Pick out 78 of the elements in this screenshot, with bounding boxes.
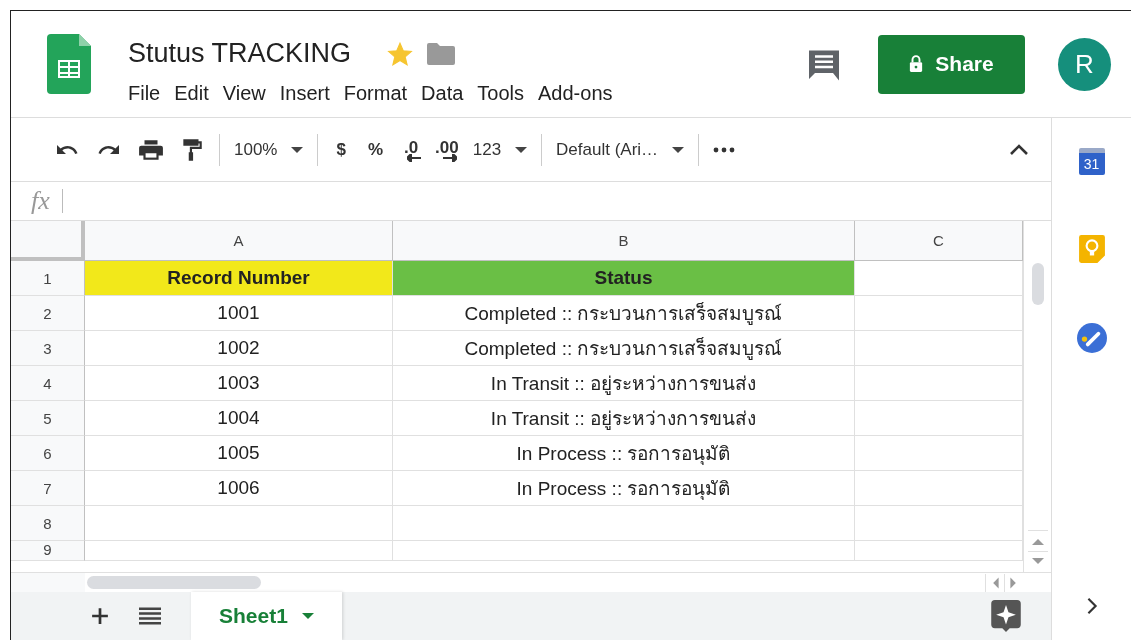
account-avatar[interactable]: R <box>1058 37 1111 91</box>
caret-down-icon <box>301 613 314 619</box>
table-cell[interactable]: 1006 <box>85 471 393 506</box>
row-header[interactable]: 6 <box>11 436 85 471</box>
empty-cell[interactable] <box>855 471 1023 506</box>
add-sheet-icon[interactable] <box>91 607 109 625</box>
document-title[interactable]: Stutus TRACKING <box>128 38 352 69</box>
empty-cell[interactable] <box>855 296 1023 331</box>
lightbulb-icon[interactable] <box>1078 235 1105 263</box>
check-pen-icon[interactable] <box>1076 323 1107 353</box>
spreadsheet-logo-icon[interactable] <box>47 34 91 94</box>
row-header[interactable]: 3 <box>11 331 85 366</box>
column-header[interactable]: A <box>85 221 393 261</box>
row-header[interactable]: 7 <box>11 471 85 506</box>
chevron-right-icon[interactable] <box>1085 597 1098 615</box>
table-cell[interactable]: Status <box>393 261 855 296</box>
menu-item[interactable]: Add-ons <box>538 81 613 105</box>
decrease-decimal-button[interactable]: .0 <box>401 137 422 162</box>
caret-down-icon <box>672 146 685 153</box>
table-cell[interactable]: Completed :: กระบวนการเสร็จสมบูรณ์ <box>393 296 855 331</box>
table-cell[interactable]: In Transit :: อยู่ระหว่างการขนส่ง <box>393 401 855 436</box>
empty-cell[interactable] <box>393 506 855 541</box>
row-header[interactable]: 9 <box>11 541 85 561</box>
sheet-tab[interactable]: Sheet1 <box>191 592 342 640</box>
more-icon[interactable] <box>713 146 736 153</box>
table-cell[interactable]: Completed :: กระบวนการเสร็จสมบูรณ์ <box>393 331 855 366</box>
empty-cell[interactable] <box>855 541 1023 561</box>
number-format-dropdown[interactable]: 123 <box>472 139 528 160</box>
table-cell[interactable]: 1004 <box>85 401 393 436</box>
empty-cell[interactable] <box>855 401 1023 436</box>
percent-format-button[interactable]: % <box>363 139 388 160</box>
menu-item[interactable]: File <box>128 81 161 105</box>
menu-item[interactable]: View <box>222 81 266 105</box>
column-header[interactable]: C <box>855 221 1023 261</box>
share-button[interactable]: Share <box>878 34 1025 94</box>
caret-down-icon <box>515 146 528 153</box>
list-icon[interactable] <box>139 606 161 626</box>
column-header[interactable]: B <box>393 221 855 261</box>
increase-decimal-button[interactable]: .00 <box>435 137 459 162</box>
empty-cell[interactable] <box>855 331 1023 366</box>
menu-item[interactable]: Edit <box>174 81 209 105</box>
row-header[interactable]: 8 <box>11 506 85 541</box>
explore-sparkle-icon[interactable] <box>991 600 1021 632</box>
horizontal-scrollbar-thumb[interactable] <box>87 576 261 589</box>
left-arrow-icon <box>407 153 422 162</box>
menu-item[interactable]: Data <box>421 81 464 105</box>
function-label: fx <box>31 186 50 216</box>
select-all-corner[interactable] <box>11 221 85 261</box>
row-header[interactable]: 5 <box>11 401 85 436</box>
right-arrow-icon <box>442 153 457 162</box>
table-cell[interactable]: 1003 <box>85 366 393 401</box>
empty-cell[interactable] <box>393 541 855 561</box>
row-header[interactable]: 2 <box>11 296 85 331</box>
star-icon[interactable] <box>387 40 414 67</box>
caret-down-icon <box>291 146 304 153</box>
zoom-dropdown[interactable]: 100% <box>234 139 304 160</box>
table-cell[interactable]: 1002 <box>85 331 393 366</box>
empty-cell[interactable] <box>855 366 1023 401</box>
table-cell[interactable]: In Process :: รอการอนุมัติ <box>393 471 855 506</box>
table-cell[interactable]: 1001 <box>85 296 393 331</box>
calendar-icon[interactable]: 31 <box>1078 148 1105 175</box>
menu-item[interactable]: Insert <box>279 81 330 105</box>
row-header[interactable]: 4 <box>11 366 85 401</box>
lock-icon <box>909 55 924 73</box>
font-dropdown[interactable]: Default (Ari… <box>556 139 685 160</box>
table-cell[interactable]: In Process :: รอการอนุมัติ <box>393 436 855 471</box>
table-cell[interactable]: Record Number <box>85 261 393 296</box>
row-header[interactable]: 1 <box>11 261 85 296</box>
vertical-scrollbar-thumb[interactable] <box>1031 263 1044 305</box>
menu-item[interactable]: Tools <box>477 81 525 105</box>
table-cell[interactable]: 1005 <box>85 436 393 471</box>
empty-cell[interactable] <box>855 436 1023 471</box>
empty-cell[interactable] <box>855 506 1023 541</box>
chevron-up-icon[interactable] <box>1009 143 1029 156</box>
currency-format-button[interactable]: $ <box>332 139 350 160</box>
table-cell[interactable]: In Transit :: อยู่ระหว่างการขนส่ง <box>393 366 855 401</box>
folder-icon[interactable] <box>427 42 456 65</box>
menu-item[interactable]: Format <box>343 81 408 105</box>
